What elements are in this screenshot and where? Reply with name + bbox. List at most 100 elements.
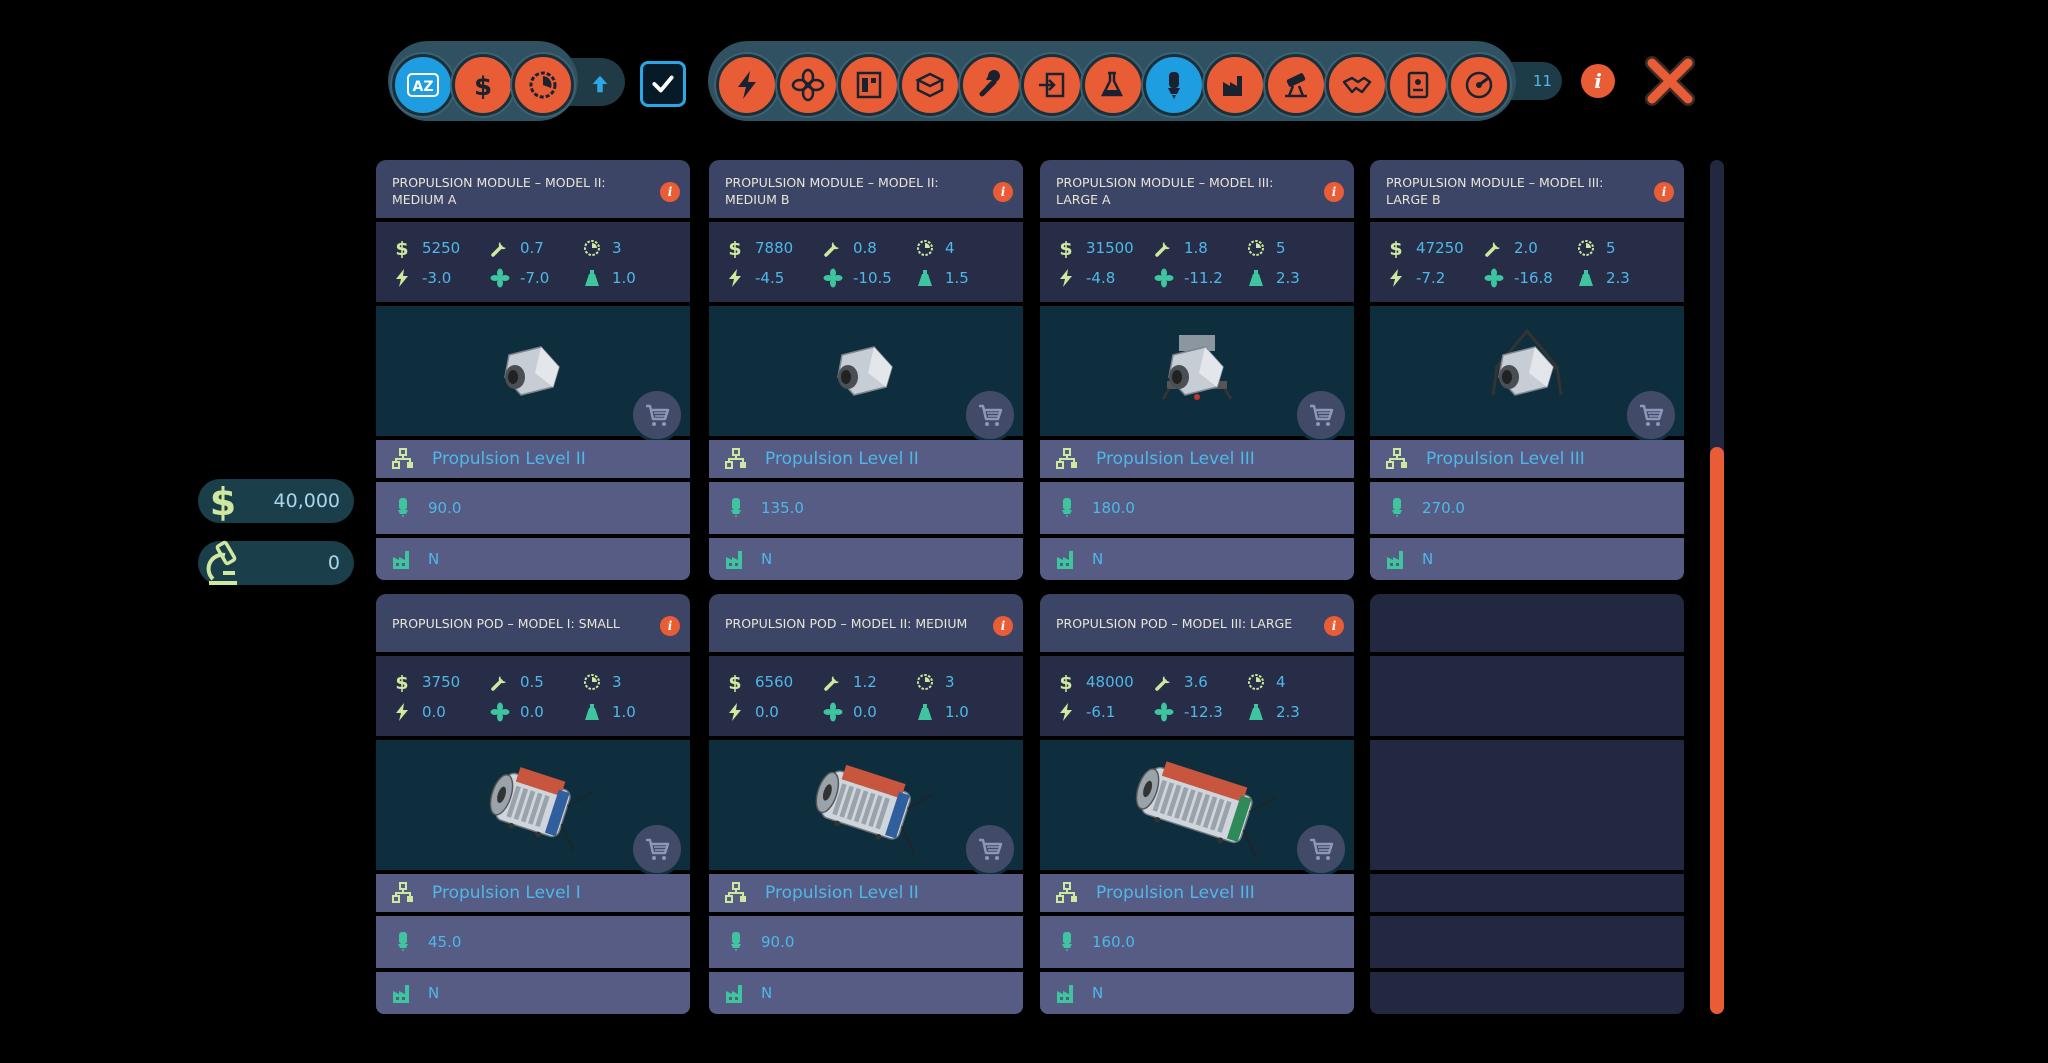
category-maintenance-button[interactable] <box>960 54 1022 116</box>
wrench-icon <box>1485 242 1500 257</box>
maintenance-value: 3.6 <box>1184 673 1208 691</box>
cost-value: 3750 <box>422 673 461 691</box>
sort-by-time-button[interactable] <box>512 54 574 116</box>
item-card[interactable]: PROPULSION MODULE – MODEL III: LARGE A i… <box>1040 160 1354 580</box>
maintenance-stat: 0.7 <box>490 236 544 260</box>
air-value: -16.8 <box>1514 269 1553 287</box>
scrollbar-thumb[interactable] <box>1710 447 1724 1014</box>
category-manufacturing-button[interactable] <box>1204 54 1266 116</box>
card-info-button[interactable]: i <box>660 616 680 636</box>
weight-icon <box>585 270 599 286</box>
build-time-stat: 4 <box>1246 670 1286 694</box>
svg-text:$: $ <box>395 238 408 258</box>
thrust-row: 180.0 <box>1040 482 1354 534</box>
category-research-button[interactable] <box>1265 54 1327 116</box>
wrench-icon <box>824 676 839 691</box>
category-docking-button[interactable] <box>1021 54 1083 116</box>
item-card[interactable]: PROPULSION MODULE – MODEL II: MEDIUM B i… <box>709 160 1023 580</box>
propulsion-pod-model <box>815 764 935 855</box>
buy-button[interactable] <box>1294 822 1348 876</box>
filter-checkbox[interactable] <box>640 61 686 107</box>
thruster-icon <box>731 498 741 518</box>
card-info-button[interactable]: i <box>660 182 680 202</box>
thruster-icon <box>398 498 408 518</box>
buy-button[interactable] <box>630 388 684 442</box>
lab-flask-icon <box>1100 71 1124 97</box>
propulsion-icon <box>1168 72 1180 99</box>
item-card[interactable]: PROPULSION POD – MODEL II: MEDIUM i $656… <box>709 594 1023 1014</box>
thrust-row: 135.0 <box>709 482 1023 534</box>
card-info-button[interactable]: i <box>1654 182 1674 202</box>
item-card[interactable]: PROPULSION MODULE – MODEL III: LARGE B i… <box>1370 160 1684 580</box>
category-power-button[interactable] <box>716 54 778 116</box>
thruster-icon <box>1392 498 1402 518</box>
weight-icon <box>1579 270 1593 286</box>
weight-icon <box>1249 704 1263 720</box>
factory-icon <box>1057 985 1073 1003</box>
tech-requirement: Propulsion Level III <box>1426 449 1585 469</box>
factory-row: N <box>1370 538 1684 580</box>
card-info-button[interactable]: i <box>1324 182 1344 202</box>
card-info-button[interactable]: i <box>993 616 1013 636</box>
card-model-view <box>1040 740 1354 876</box>
thrust-row: 270.0 <box>1370 482 1684 534</box>
build-time-value: 4 <box>945 239 955 257</box>
wrench-icon <box>491 676 506 691</box>
sort-by-cost-button[interactable]: $ <box>452 54 514 116</box>
svg-text:AZ: AZ <box>413 79 434 95</box>
category-diplomacy-button[interactable] <box>1326 54 1388 116</box>
bolt-icon <box>1390 269 1402 287</box>
mass-stat: 2.3 <box>1246 266 1300 290</box>
sort-direction-button[interactable] <box>584 68 616 100</box>
cost-stat: $3750 <box>392 670 460 694</box>
maintenance-stat: 3.6 <box>1154 670 1208 694</box>
air-value: 0.0 <box>853 703 877 721</box>
build-time-stat: 5 <box>1246 236 1286 260</box>
power-stat: -6.1 <box>1056 700 1115 724</box>
buy-button[interactable] <box>963 388 1017 442</box>
factory-row: N <box>709 538 1023 580</box>
sort-alphabetical-button[interactable]: AZ <box>392 54 454 116</box>
shield-box-icon <box>915 72 945 98</box>
close-button[interactable] <box>1642 53 1698 109</box>
category-laboratory-button[interactable] <box>1082 54 1144 116</box>
factory-value: N <box>761 984 773 1002</box>
cost-value: 48000 <box>1086 673 1134 691</box>
mass-stat: 1.0 <box>582 266 636 290</box>
cost-stat: $5250 <box>392 236 460 260</box>
factory-icon <box>1387 551 1403 569</box>
buy-button[interactable] <box>963 822 1017 876</box>
category-life-support-button[interactable] <box>777 54 839 116</box>
item-card[interactable]: PROPULSION MODULE – MODEL II: MEDIUM A i… <box>376 160 690 580</box>
card-info-button[interactable]: i <box>993 182 1013 202</box>
category-propulsion-button[interactable] <box>1143 54 1205 116</box>
item-card[interactable]: PROPULSION POD – MODEL III: LARGE i $480… <box>1040 594 1354 1014</box>
help-info-button[interactable]: i <box>1581 64 1615 98</box>
card-model-view <box>1040 306 1354 442</box>
power-stat: -4.8 <box>1056 266 1115 290</box>
svg-text:$: $ <box>728 238 741 258</box>
factory-value: N <box>1092 550 1104 568</box>
category-storage-button[interactable] <box>899 54 961 116</box>
air-stat: -7.0 <box>490 266 549 290</box>
close-icon <box>1645 56 1695 106</box>
power-value: 0.0 <box>422 703 446 721</box>
air-value: -11.2 <box>1184 269 1223 287</box>
factory-icon <box>1223 76 1242 96</box>
empty-slot-thrust <box>1370 916 1684 968</box>
card-stats: $7880 0.8 4 -4.5 -10.5 1.5 <box>709 222 1023 302</box>
category-habitat-button[interactable] <box>838 54 900 116</box>
az-sort-icon: AZ <box>407 73 439 97</box>
category-contracts-button[interactable] <box>1387 54 1449 116</box>
buy-button[interactable] <box>1624 388 1678 442</box>
science-display: 0 <box>198 540 354 585</box>
info-icon: i <box>1000 619 1006 633</box>
buy-button[interactable] <box>1294 388 1348 442</box>
buy-button[interactable] <box>630 822 684 876</box>
tech-tree-icon <box>392 448 413 469</box>
power-value: -4.5 <box>755 269 785 287</box>
category-operations-button[interactable] <box>1448 54 1510 116</box>
card-info-button[interactable]: i <box>1324 616 1344 636</box>
item-card[interactable]: PROPULSION POD – MODEL I: SMALL i $3750 … <box>376 594 690 1014</box>
factory-row: N <box>376 538 690 580</box>
